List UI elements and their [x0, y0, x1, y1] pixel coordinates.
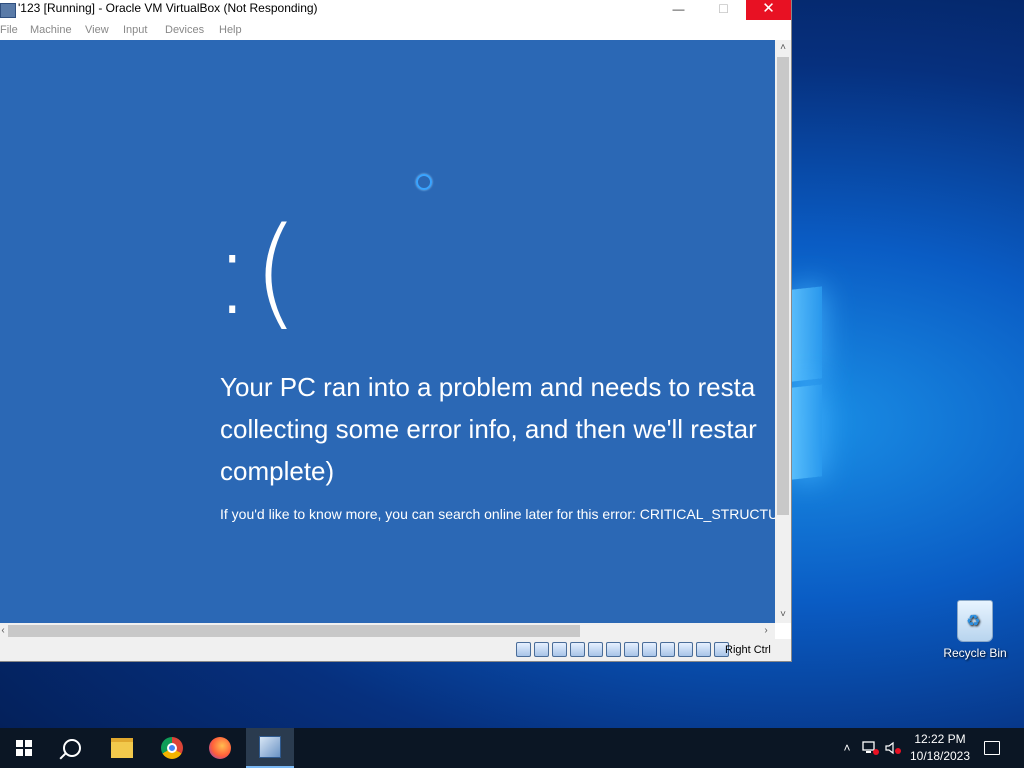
window-title: '123 [Running] - Oracle VM VirtualBox (N…	[18, 1, 318, 15]
system-clock[interactable]: 12:22 PM 10/18/2023	[905, 731, 975, 765]
scroll-up-icon[interactable]: ˄	[775, 40, 791, 56]
sad-face: :(	[212, 203, 300, 342]
vm-display[interactable]: :( Your PC ran into a problem and needs …	[0, 40, 775, 623]
chrome-button[interactable]	[148, 728, 196, 768]
recycle-bin-icon	[957, 600, 993, 642]
mouse-integration-icon[interactable]	[678, 642, 693, 657]
bsod-message-line: Your PC ran into a problem and needs to …	[220, 372, 756, 402]
maximize-button[interactable]: ☐	[701, 0, 746, 20]
minimize-button[interactable]: —	[656, 0, 701, 20]
cpu-icon[interactable]	[660, 642, 675, 657]
virtualbox-taskbar-button[interactable]	[246, 728, 294, 768]
video-capture-icon[interactable]	[642, 642, 657, 657]
search-button[interactable]	[48, 728, 96, 768]
vertical-scroll-thumb[interactable]	[777, 57, 789, 515]
bsod-message: Your PC ran into a problem and needs to …	[220, 366, 775, 492]
menu-view[interactable]: View	[85, 24, 109, 36]
bsod-message-line: complete)	[220, 456, 335, 486]
recycle-bin[interactable]: Recycle Bin	[940, 600, 1010, 660]
volume-muted-icon[interactable]	[884, 728, 902, 768]
scroll-right-icon[interactable]: ›	[759, 623, 773, 639]
chevron-up-icon: ˄	[843, 741, 851, 755]
start-button[interactable]	[0, 728, 48, 768]
firefox-icon	[209, 737, 231, 759]
file-explorer-icon	[111, 738, 133, 758]
horizontal-scroll-thumb[interactable]	[8, 625, 580, 637]
menu-file[interactable]: File	[0, 24, 18, 36]
shared-folders-icon[interactable]	[606, 642, 621, 657]
virtualbox-icon	[259, 736, 281, 758]
close-button[interactable]: ✕	[746, 0, 791, 20]
clock-time: 12:22 PM	[914, 732, 966, 746]
virtualbox-window: '123 [Running] - Oracle VM VirtualBox (N…	[0, 0, 792, 662]
chrome-icon	[161, 737, 183, 759]
bsod-message-line: collecting some error info, and then we'…	[220, 414, 757, 444]
file-explorer-button[interactable]	[98, 728, 146, 768]
taskbar: ˄ 12:22 PM 10/18/2023	[0, 728, 1024, 768]
action-center-button[interactable]	[980, 728, 1004, 768]
scroll-down-icon[interactable]: ˅	[775, 607, 791, 623]
window-titlebar[interactable]: '123 [Running] - Oracle VM VirtualBox (N…	[0, 0, 791, 20]
network-tray-icon[interactable]	[862, 728, 880, 768]
windows-logo-wallpaper	[792, 286, 822, 480]
menu-input[interactable]: Input	[123, 24, 147, 36]
windows-start-icon	[16, 740, 32, 756]
vertical-scrollbar[interactable]: ˄ ˅	[775, 40, 791, 623]
notification-icon	[984, 741, 1000, 755]
usb-icon[interactable]	[588, 642, 603, 657]
busy-cursor-icon	[416, 174, 432, 190]
menu-help[interactable]: Help	[219, 24, 242, 36]
optical-drive-icon[interactable]	[534, 642, 549, 657]
show-hidden-icons-button[interactable]: ˄	[838, 728, 856, 768]
menu-devices[interactable]: Devices	[165, 24, 204, 36]
menu-machine[interactable]: Machine	[30, 24, 72, 36]
network-icon[interactable]	[570, 642, 585, 657]
clock-date: 10/18/2023	[909, 749, 971, 763]
hard-disk-icon[interactable]	[516, 642, 531, 657]
horizontal-scrollbar[interactable]: ‹ ›	[0, 623, 775, 639]
vm-status-bar: Right Ctrl	[0, 639, 791, 661]
display-icon[interactable]	[624, 642, 639, 657]
firefox-button[interactable]	[196, 728, 244, 768]
virtualbox-app-icon	[0, 3, 16, 18]
host-key-label: Right Ctrl	[725, 644, 771, 656]
menu-bar: File Machine View Input Devices Help	[0, 20, 791, 40]
bsod-error-info: If you'd like to know more, you can sear…	[220, 506, 775, 522]
keyboard-capture-icon[interactable]	[696, 642, 711, 657]
recycle-bin-label: Recycle Bin	[943, 646, 1007, 660]
search-icon	[63, 739, 81, 757]
audio-icon[interactable]	[552, 642, 567, 657]
